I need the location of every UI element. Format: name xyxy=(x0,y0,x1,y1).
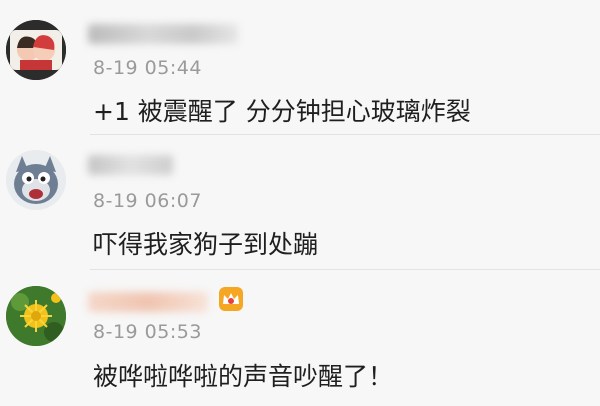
couple-avatar-icon[interactable] xyxy=(6,20,66,80)
dandelion-avatar-icon[interactable] xyxy=(6,286,66,346)
username-blurred[interactable] xyxy=(88,155,173,175)
vip-crown-icon xyxy=(218,286,244,312)
comment-text: 吓得我家狗子到处蹦 xyxy=(93,230,319,259)
comment-item: 8-19 05:53 被哗啦哗啦的声音吵醒了！ xyxy=(0,270,600,406)
username-blurred[interactable] xyxy=(88,292,208,312)
comment-item: 8-19 06:07 吓得我家狗子到处蹦 xyxy=(0,135,600,270)
comment-timestamp: 8-19 05:44 xyxy=(93,57,202,79)
comment-text: 被哗啦哗啦的声音吵醒了！ xyxy=(93,362,394,391)
comment-timestamp: 8-19 06:07 xyxy=(93,190,202,212)
comment-item: 8-19 05:44 +1 被震醒了 分分钟担心玻璃炸裂 xyxy=(0,0,600,133)
comment-text: +1 被震醒了 分分钟担心玻璃炸裂 xyxy=(93,97,471,126)
cartoon-cat-avatar-icon[interactable] xyxy=(6,150,66,210)
comment-timestamp: 8-19 05:53 xyxy=(93,321,202,343)
username-blurred[interactable] xyxy=(88,24,238,44)
